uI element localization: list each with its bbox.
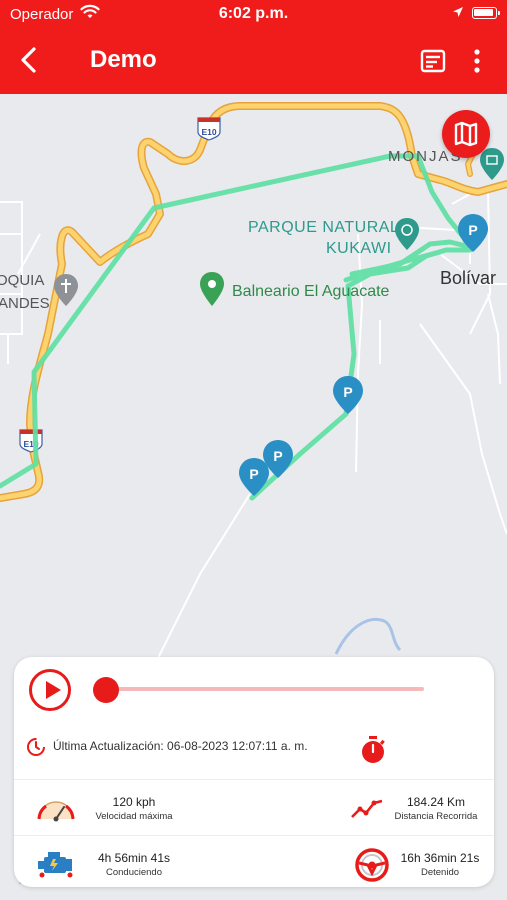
map-label-parque: PARQUE NATURAL [248, 219, 400, 236]
map-label-bolivar: Bolívar [440, 268, 497, 288]
map-label-balneario: Balneario El Aguacate [232, 283, 390, 300]
battery-icon [472, 7, 500, 19]
svg-text:P: P [343, 384, 352, 400]
back-button[interactable] [16, 46, 42, 74]
app-header: Operador 6:02 p.m. Demo [0, 0, 507, 94]
playback-slider-thumb[interactable] [93, 677, 119, 703]
stopped-label: Detenido [420, 867, 460, 878]
stopped-value: 16h 36min 21s [400, 851, 480, 865]
divider [14, 835, 494, 836]
map-label-andes: ANDES [0, 295, 50, 312]
last-update-text: Última Actualización: 06-08-2023 12:07:1… [53, 739, 308, 753]
stopwatch-icon [362, 736, 385, 763]
max-speed-label: Velocidad máxima [95, 811, 173, 822]
status-bar: Operador 6:02 p.m. [0, 0, 507, 28]
page-title: Demo [90, 46, 157, 73]
distance-label: Distancia Recorrida [394, 811, 478, 822]
stat-stopped: 16h 36min 21s Detenido [354, 845, 490, 895]
stat-max-speed: 120 kph Velocidad máxima [36, 791, 216, 841]
svg-text:P: P [273, 448, 282, 464]
map-label-kukawi: KUKAWI [326, 240, 392, 257]
more-vertical-icon [474, 49, 480, 73]
map-label-oquia: OQUIA [0, 272, 45, 289]
highway-shield-icon: E10 [19, 429, 43, 453]
stat-distance: 184.24 Km Distancia Recorrida [350, 791, 490, 841]
clock-label: 6:02 p.m. [218, 5, 289, 22]
divider [14, 779, 494, 780]
report-button[interactable] [420, 48, 446, 74]
last-update-row: Última Actualización: 06-08-2023 12:07:1… [26, 735, 486, 763]
location-arrow-icon [453, 7, 463, 17]
svg-text:P: P [468, 222, 477, 238]
svg-text:P: P [249, 466, 258, 482]
driving-value: 4h 56min 41s [97, 851, 171, 865]
distance-value: 184.24 Km [406, 795, 466, 809]
more-options-button[interactable] [470, 48, 484, 74]
clock-refresh-icon [27, 738, 45, 756]
map-type-button[interactable] [442, 110, 490, 158]
svg-text:E10: E10 [201, 127, 216, 137]
trip-summary-panel: Última Actualización: 06-08-2023 12:07:1… [14, 657, 494, 887]
highway-shield-icon: E10 [197, 117, 221, 141]
max-speed-value: 120 kph [112, 795, 156, 809]
playback-slider[interactable] [106, 687, 424, 691]
driving-label: Conduciendo [106, 867, 162, 878]
report-icon [420, 49, 446, 73]
play-button[interactable] [29, 669, 71, 711]
stat-driving: 4h 56min 41s Conduciendo [36, 847, 216, 897]
map-icon [454, 121, 478, 147]
chevron-left-icon [21, 47, 36, 73]
